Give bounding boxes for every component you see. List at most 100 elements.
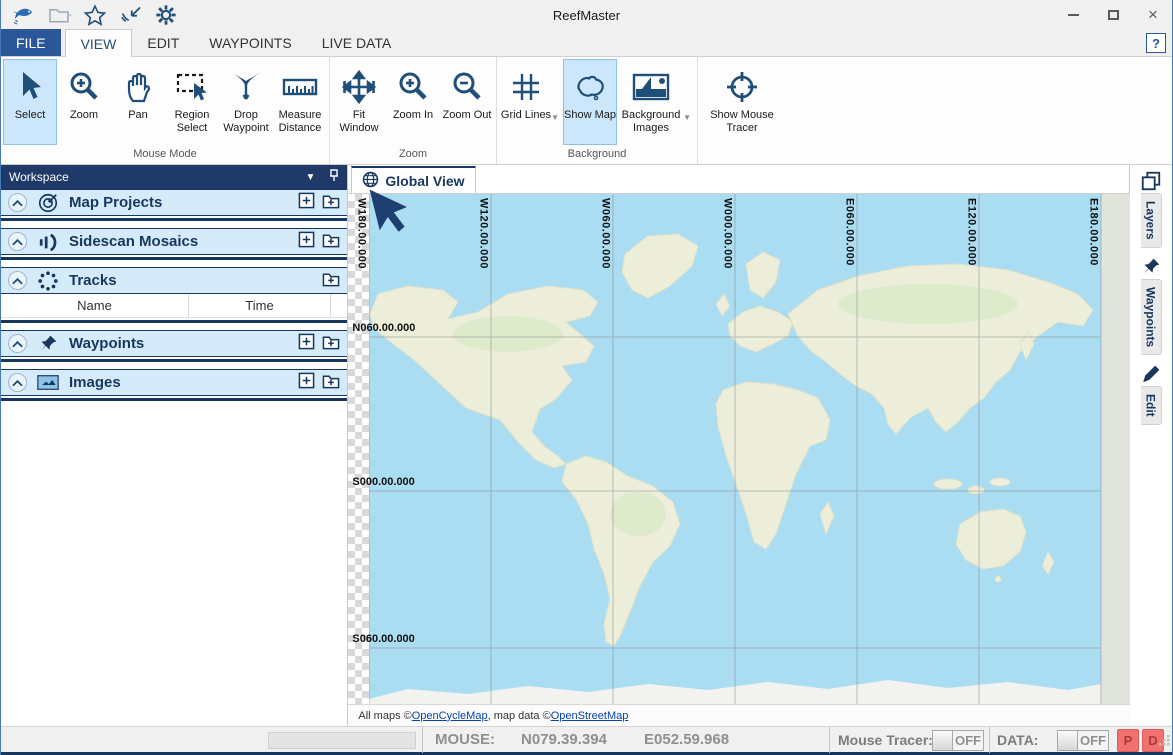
section-tracks[interactable]: Tracks: [1, 267, 347, 294]
tab-livedata[interactable]: LIVE DATA: [307, 29, 407, 56]
ruler-icon: [281, 65, 319, 109]
grid-lines-button[interactable]: Grid Lines ▼: [499, 59, 553, 145]
zoom-button[interactable]: Zoom: [57, 59, 111, 145]
collapse-chevron-icon[interactable]: [8, 373, 27, 392]
collapse-chevron-icon[interactable]: [8, 334, 27, 353]
dotted-circle-icon: [37, 270, 59, 292]
grid-label-lat: S060.00.000: [352, 633, 414, 645]
collapse-chevron-icon[interactable]: [8, 271, 27, 290]
data-toggle[interactable]: OFF: [1057, 730, 1109, 751]
add-item-icon[interactable]: [298, 231, 315, 253]
add-folder-icon[interactable]: [322, 192, 340, 214]
show-mouse-tracer-button[interactable]: Show Mouse Tracer: [700, 59, 784, 145]
favorites-star-icon[interactable]: [83, 4, 107, 26]
workspace-pin-icon[interactable]: [329, 169, 339, 185]
crosshair-icon: [724, 65, 760, 109]
attribution-text: , map data ©: [488, 710, 551, 722]
minimize-button[interactable]: [1066, 8, 1080, 22]
workspace-panel: Workspace ▼ Map Projects: [1, 165, 348, 726]
tab-edit-side[interactable]: Edit: [1141, 362, 1162, 425]
workspace-header[interactable]: Workspace ▼: [1, 165, 347, 189]
section-divider: [1, 398, 347, 401]
workspace-dropdown-icon[interactable]: ▼: [306, 172, 316, 183]
select-button[interactable]: Select: [3, 59, 57, 145]
tab-file[interactable]: FILE: [1, 29, 61, 56]
section-label: Waypoints: [69, 335, 298, 352]
grid-label-lon: W000.00.000: [721, 198, 733, 269]
p-status-button[interactable]: P: [1117, 729, 1139, 752]
map-tab-bar: Global View: [348, 165, 1129, 194]
add-folder-icon[interactable]: [322, 231, 340, 253]
tab-layers-label: Layers: [1141, 193, 1162, 248]
title-bar: ReefMaster ×: [1, 0, 1172, 30]
tab-edit[interactable]: EDIT: [132, 29, 194, 56]
maximize-button[interactable]: [1106, 8, 1120, 22]
zoom-in-button[interactable]: Zoom In: [386, 59, 440, 145]
status-bar: MOUSE: N079.39.394 E052.59.968 Mouse Tra…: [1, 726, 1172, 755]
app-window: ReefMaster × FILE VIEW EDIT WAYPOINTS LI…: [0, 0, 1173, 755]
column-header-name[interactable]: Name: [1, 294, 189, 317]
openstreetmap-link[interactable]: OpenStreetMap: [551, 710, 629, 722]
section-sidescan-mosaics[interactable]: Sidescan Mosaics: [1, 228, 347, 255]
grid-label-lat: N060.00.000: [352, 322, 415, 334]
ribbon-group-zoom: Fit Window Zoom In Zoom Out Zoom: [330, 57, 497, 164]
hand-icon: [122, 65, 154, 109]
pencil-icon: [1141, 362, 1161, 386]
resize-grip[interactable]: [1158, 734, 1171, 752]
section-divider: [1, 218, 347, 221]
target-icon: [37, 192, 59, 214]
collapse-chevron-icon[interactable]: [8, 232, 27, 251]
fit-window-button[interactable]: Fit Window: [332, 59, 386, 145]
tab-waypoints[interactable]: WAYPOINTS: [194, 29, 306, 56]
show-map-button[interactable]: Show Map: [563, 59, 617, 145]
column-header-time[interactable]: Time: [189, 294, 331, 317]
opencyclemap-link[interactable]: OpenCycleMap: [412, 710, 488, 722]
mouse-label: MOUSE:: [435, 731, 495, 748]
sonar-waves-icon: [37, 232, 59, 252]
tab-waypoints-side[interactable]: Waypoints: [1141, 255, 1162, 355]
open-folder-icon[interactable]: [47, 5, 71, 25]
add-folder-icon[interactable]: [322, 372, 340, 394]
australia-map-icon: [572, 65, 608, 109]
section-map-projects[interactable]: Map Projects: [1, 189, 347, 216]
right-tab-strip: Layers Waypoints Edit: [1129, 165, 1172, 726]
receive-data-icon[interactable]: [119, 5, 143, 25]
measure-distance-button[interactable]: Measure Distance: [273, 59, 327, 145]
fit-window-icon: [342, 65, 376, 109]
quick-access-toolbar: [1, 4, 177, 26]
settings-gear-icon[interactable]: [155, 4, 177, 26]
section-divider: [1, 359, 347, 362]
pushpin-icon: [37, 334, 59, 354]
mouse-tracer-label: Mouse Tracer:: [838, 732, 933, 748]
close-button[interactable]: ×: [1146, 8, 1160, 22]
add-folder-icon[interactable]: [322, 333, 340, 355]
background-images-dropdown-icon[interactable]: ▼: [683, 113, 691, 122]
collapse-chevron-icon[interactable]: [8, 193, 27, 212]
group-label-background: Background: [499, 147, 695, 164]
add-item-icon[interactable]: [298, 192, 315, 214]
magnifier-plus-icon: [67, 65, 101, 109]
zoom-out-button[interactable]: Zoom Out: [440, 59, 494, 145]
grid-lines-dropdown-icon[interactable]: ▼: [551, 113, 559, 122]
section-waypoints[interactable]: Waypoints: [1, 330, 347, 357]
help-button[interactable]: ?: [1146, 33, 1166, 53]
add-item-icon[interactable]: [298, 372, 315, 394]
section-label: Tracks: [69, 272, 322, 289]
drop-waypoint-button[interactable]: Drop Waypoint: [219, 59, 273, 145]
toggle-knob: [933, 731, 953, 750]
mouse-tracer-toggle[interactable]: OFF: [932, 730, 984, 751]
image-sailboat-icon: [631, 65, 671, 109]
add-item-icon[interactable]: [298, 333, 315, 355]
pan-button[interactable]: Pan: [111, 59, 165, 145]
tab-waypoints-label: Waypoints: [1141, 279, 1162, 355]
tab-layers[interactable]: Layers: [1140, 169, 1162, 248]
section-label: Sidescan Mosaics: [69, 233, 298, 250]
background-images-button[interactable]: Background Images ▼: [617, 59, 685, 145]
map-canvas[interactable]: W180.00.000 W120.00.000 W060.00.000 W000…: [348, 194, 1130, 704]
add-folder-icon[interactable]: [322, 270, 340, 292]
region-select-button[interactable]: Region Select: [165, 59, 219, 145]
magnifier-minus-icon: [450, 65, 484, 109]
section-images[interactable]: Images: [1, 369, 347, 396]
tab-view[interactable]: VIEW: [65, 29, 133, 57]
map-transparent-edge: [348, 194, 369, 704]
